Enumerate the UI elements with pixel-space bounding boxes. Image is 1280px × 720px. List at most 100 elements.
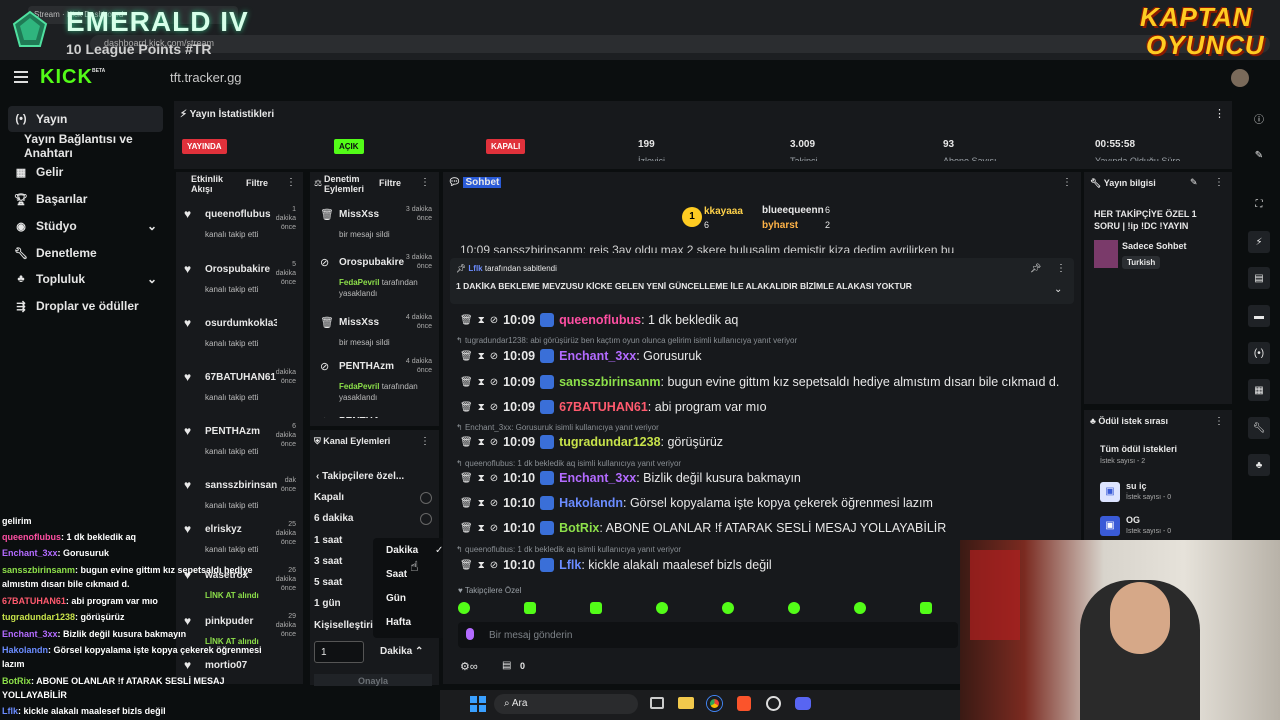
trash-icon[interactable]: 🗑︎ [460,498,473,509]
stats-menu-icon[interactable]: ⋮ [1214,107,1225,120]
option-custom[interactable]: Kişiselleştiril [314,620,376,631]
sidebar-item-community[interactable]: ♣ Topluluk ⌄ [8,266,163,292]
message-user[interactable]: tugradundar1238 [559,435,660,449]
radio-off[interactable] [420,492,432,504]
status-badge-closed[interactable]: KAPALI [486,139,526,154]
ban-icon[interactable]: ⊘ [490,315,498,326]
trash-icon[interactable]: 🗑︎ [460,437,473,448]
moderation-item[interactable]: 🗑︎ MissXss 4 dakika önce bir mesajı sildi [316,313,434,357]
reward-name[interactable]: OG [1126,515,1140,525]
activity-user[interactable]: queenoflubus [205,209,277,220]
timeout-icon[interactable]: ⧗ [478,560,485,571]
chat-message[interactable]: 🗑︎ ⧗ ⊘ 10:10 Lflk: kickle alakalı maalesef b… [460,556,772,574]
trash-icon[interactable]: 🗑︎ [460,351,473,362]
moderation-menu-icon[interactable]: ⋮ [420,177,430,188]
sidebar-item-achievements[interactable]: 🏆︎ Başarılar [8,186,163,212]
timeout-icon[interactable]: ⧗ [478,523,485,534]
emote-icon[interactable] [524,602,536,614]
moderation-item[interactable]: ⊘ PENTHAzm 4 dakika önce FedaPevril tarafın… [316,357,434,402]
emote-icon[interactable] [458,602,470,614]
emote-icon[interactable] [854,602,866,614]
activity-user[interactable]: mortio07 [205,660,277,671]
moderation-item[interactable]: ⊘ Orospubakire 3 dakika önce FedaPevril tar… [316,253,434,298]
moderation-user[interactable]: MissXss [339,209,379,220]
moderation-user[interactable]: PENTHAzm [339,361,394,372]
chat-menu-icon[interactable]: ⋮ [1062,177,1072,188]
timeout-icon[interactable]: ⧗ [478,473,485,484]
trash-icon[interactable]: 🗑︎ [460,560,473,571]
dropdown-item-minute[interactable]: Dakika [386,545,418,556]
message-user[interactable]: queenoflubus [559,313,641,327]
moderation-filter-button[interactable]: Filtre [379,178,401,188]
sidebar-item-revenue[interactable]: ▦ Gelir [8,159,163,185]
pen-icon[interactable]: ✎ [1248,144,1270,166]
discord-icon[interactable] [795,697,811,710]
moderation-user[interactable]: MissXss [339,317,379,328]
activity-user[interactable]: osurdumkokla3433 [205,318,277,329]
timeout-icon[interactable]: ⧗ [478,498,485,509]
settings-infinity-icon[interactable]: ⚙︎∞ [460,660,478,673]
layout-icon[interactable]: ▦ [1248,379,1270,401]
sidebar-item-moderation[interactable]: 🔧︎ Denetleme [8,240,163,266]
ban-icon[interactable]: ⊘ [490,560,498,571]
timeout-icon[interactable]: ⧗ [478,402,485,413]
option-6min[interactable]: 6 dakika [314,513,353,524]
emote-icon[interactable] [920,602,932,614]
sidebar-item-studio[interactable]: ◉ Stüdyo ⌄ [8,213,163,239]
activity-item[interactable]: ♥ 67BATUHAN61 dakika önce kanalı takip etti [182,368,298,420]
moderation-user[interactable]: Orospubakire [339,257,404,268]
option-1h[interactable]: 1 saat [314,535,342,546]
chat-message[interactable]: 🗑︎ ⧗ ⊘ 10:09 queenoflubus: 1 dk bekledik aq [460,311,738,329]
emote-icon[interactable] [656,602,668,614]
activity-user[interactable]: 67BATUHAN61 [205,372,277,383]
lightning-icon[interactable]: ⚡︎ [1248,231,1270,253]
reward-menu-icon[interactable]: ⋮ [1214,416,1224,427]
option-1d[interactable]: 1 gün [314,598,341,609]
task-view-icon[interactable] [650,697,664,709]
activity-user[interactable]: pinkpuder [205,616,277,627]
moderator-name[interactable]: FedaPevril [339,382,379,391]
apply-button[interactable]: Onayla [314,674,432,686]
timeout-icon[interactable]: ⧗ [478,315,485,326]
fullscreen-icon[interactable]: ⛶ [1248,193,1270,215]
dropdown-item-hour[interactable]: Saat [386,569,407,580]
activity-user[interactable]: elriskyz [205,524,277,535]
timeout-icon[interactable]: ⧗ [478,437,485,448]
activity-item[interactable]: ♥ Orospubakire 5 dakika önce kanalı takip e… [182,260,298,312]
chat-message[interactable]: 🗑︎ ⧗ ⊘ 10:10 Enchant_3xx: Bizlik değil kusur… [460,469,801,487]
ban-icon[interactable]: ⊘ [490,351,498,362]
activity-user[interactable]: sansszbirinsanm [205,480,277,491]
windows-start-icon[interactable] [470,696,486,712]
channel-actions-menu-icon[interactable]: ⋮ [420,436,430,447]
pinned-menu-icon[interactable]: ⋮ [1056,263,1066,274]
ban-icon[interactable]: ⊘ [490,523,498,534]
trash-icon[interactable]: 🗑︎ [460,402,473,413]
info-icon[interactable]: ⓘ [1248,107,1270,129]
message-user[interactable]: Hakolandn [559,496,623,510]
kick-logo[interactable]: KICK [40,66,93,89]
message-user[interactable]: 67BATUHAN61 [559,400,648,414]
moderation-item[interactable]: ⊘ PENTHAzm [316,412,434,418]
status-badge-live[interactable]: YAYINDA [182,139,227,154]
taskbar-search[interactable]: ⌕ Ara [494,694,638,714]
emote-icon[interactable] [722,602,734,614]
trash-icon[interactable]: 🗑︎ [460,473,473,484]
chat-input[interactable]: Bir mesaj gönderin [458,622,958,648]
hamburger-menu-icon[interactable] [14,71,28,83]
activity-item[interactable]: ♥ osurdumkokla3433 kanalı takip etti [182,314,298,366]
option-3h[interactable]: 3 saat [314,556,342,567]
file-explorer-icon[interactable] [678,697,694,709]
category-thumbnail[interactable] [1094,240,1118,268]
mic-icon[interactable] [466,628,474,640]
sidebar-item-broadcast[interactable]: (•) Yayın [8,106,163,132]
sidebar-item-stream-key[interactable]: Yayın Bağlantısı ve Anahtarı [18,132,173,160]
chat-message[interactable]: 🗑︎ ⧗ ⊘ 10:09 67BATUHAN61: abi program var mı… [460,398,767,416]
chat-bubble-icon[interactable]: ▬ [1248,305,1270,327]
chat-message[interactable]: 🗑︎ ⧗ ⊘ 10:09 sansszbirinsanm: bugun evine gi… [460,373,1059,391]
ban-icon[interactable]: ⊘ [490,377,498,388]
pinned-message[interactable]: 📌︎ Lflk tarafından sabitlendi 1 DAKİKA B… [450,258,1074,304]
dropdown-item-week[interactable]: Hafta [386,617,411,628]
radio-6min[interactable] [420,513,432,525]
avatar[interactable] [1231,69,1249,87]
moderation-user[interactable]: PENTHAzm [339,416,394,418]
